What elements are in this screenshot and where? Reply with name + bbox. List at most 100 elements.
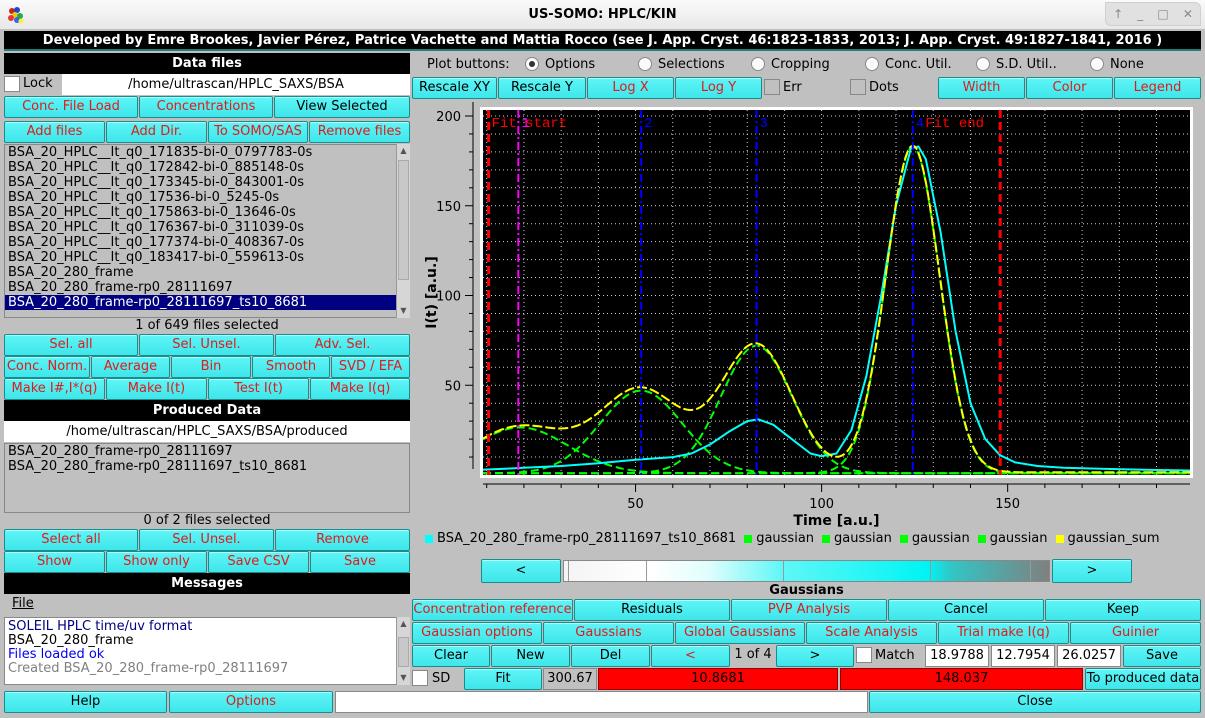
select-all-produced-button[interactable]: Select all: [4, 529, 138, 551]
smooth-button[interactable]: Smooth: [252, 356, 330, 378]
fit-button[interactable]: Fit: [464, 668, 542, 690]
bin-button[interactable]: Bin: [171, 356, 251, 378]
sd-checkbox[interactable]: [412, 670, 428, 686]
list-item[interactable]: BSA_20_HPLC__It_q0_172842-bi-0_885148-0s: [5, 160, 396, 175]
scale-analysis-button[interactable]: Scale Analysis: [806, 622, 937, 644]
rescale-xy-button[interactable]: Rescale XY: [412, 77, 497, 99]
sel-all-button[interactable]: Sel. all: [4, 334, 138, 356]
produced-files-list[interactable]: BSA_20_280_frame-rp0_28111697 BSA_20_280_…: [4, 443, 410, 513]
list-item[interactable]: BSA_20_280_frame-rp0_28111697: [5, 444, 409, 459]
list-item[interactable]: BSA_20_280_frame-rp0_28111697: [5, 280, 396, 295]
clear-gaussians-button[interactable]: Clear: [412, 645, 490, 667]
make-iq-button[interactable]: Make I(q): [310, 378, 410, 400]
save-csv-button[interactable]: Save CSV: [208, 551, 309, 573]
list-item[interactable]: BSA_20_280_frame: [5, 265, 396, 280]
new-gaussian-button[interactable]: New: [491, 645, 570, 667]
view-selected-button[interactable]: View Selected: [274, 96, 410, 118]
concentration-reference-button[interactable]: Concentration reference: [412, 599, 573, 621]
to-somo-sas-button[interactable]: To SOMO/SAS: [208, 121, 308, 143]
help-button[interactable]: Help: [4, 691, 167, 713]
legend-entry[interactable]: BSA_20_280_frame-rp0_28111697_ts10_8681: [425, 531, 736, 546]
err-checkbox[interactable]: [764, 79, 780, 95]
legend-entry[interactable]: gaussian_sum: [1055, 531, 1160, 546]
scroll-down-icon[interactable]: ▼: [397, 671, 410, 685]
data-files-list[interactable]: BSA_20_HPLC__It_q0_171835-bi-0_0797783-0…: [4, 144, 397, 318]
list-item[interactable]: BSA_20_HPLC__It_q0_173345-bi-0_843001-0s: [5, 175, 396, 190]
pvp-analysis-button[interactable]: PVP Analysis: [731, 599, 887, 621]
prev-gaussian-button[interactable]: <: [651, 645, 730, 667]
legend-entry[interactable]: gaussian: [744, 531, 814, 546]
intensity-time-chart[interactable]: 5010015020050 100 150Time [a.u.]I(t) [a.u.…: [412, 100, 1205, 530]
sel-unsel-button[interactable]: Sel. Unsel.: [139, 334, 274, 356]
next-gaussian-button[interactable]: >: [776, 645, 854, 667]
scroll-thumb[interactable]: [398, 160, 409, 280]
options-button[interactable]: Options: [169, 691, 333, 713]
list-item[interactable]: BSA_20_HPLC__It_q0_177374-bi-0_408367-0s: [5, 235, 396, 250]
lock-checkbox[interactable]: [4, 76, 20, 92]
maximize-window-icon[interactable]: □: [1157, 7, 1168, 21]
legend-entry[interactable]: gaussian: [822, 531, 892, 546]
trial-make-iq-button[interactable]: Trial make I(q): [938, 622, 1069, 644]
gaussians-button[interactable]: Gaussians: [543, 622, 674, 644]
dots-checkbox[interactable]: [850, 79, 866, 95]
status-input[interactable]: [335, 691, 868, 713]
list-item[interactable]: BSA_20_280_frame-rp0_28111697_ts10_8681: [5, 459, 409, 474]
messages-file-menu[interactable]: File: [12, 596, 34, 611]
guinier-button[interactable]: Guinier: [1070, 622, 1201, 644]
width-button[interactable]: Width: [938, 77, 1025, 99]
sel-unsel-produced-button[interactable]: Sel. Unsel.: [139, 529, 274, 551]
show-only-button[interactable]: Show only: [106, 551, 207, 573]
prev-curve-button[interactable]: <: [481, 559, 561, 583]
plot-mode-radio-s-d-util[interactable]: [976, 57, 990, 71]
make-i-hash-button[interactable]: Make I#,I*(q): [4, 378, 105, 400]
conc-file-load-button[interactable]: Conc. File Load: [4, 96, 138, 118]
plot-mode-radio-cropping[interactable]: [751, 57, 765, 71]
remove-files-button[interactable]: Remove files: [309, 121, 410, 143]
scroll-up-icon[interactable]: ▲: [397, 144, 410, 158]
save-gaussians-button[interactable]: Save: [1123, 645, 1201, 667]
show-button[interactable]: Show: [4, 551, 105, 573]
make-it-button[interactable]: Make I(t): [106, 378, 207, 400]
average-button[interactable]: Average: [91, 356, 170, 378]
plot-mode-radio-conc-util[interactable]: [865, 57, 879, 71]
close-button[interactable]: Close: [869, 691, 1201, 713]
plot-mode-radio-selections[interactable]: [638, 57, 652, 71]
conc-norm-button[interactable]: Conc. Norm.: [4, 356, 90, 378]
close-window-icon[interactable]: ✕: [1183, 7, 1193, 21]
list-item[interactable]: BSA_20_HPLC__It_q0_176367-bi-0_311039-0s: [5, 220, 396, 235]
fit-start-field[interactable]: 10.8681: [598, 668, 838, 690]
fit-end-field[interactable]: 148.037: [840, 668, 1083, 690]
legend-entry[interactable]: gaussian: [899, 531, 970, 546]
gaussian-width-field[interactable]: 26.0257: [1057, 645, 1121, 667]
gaussian-height-field[interactable]: 12.7954: [991, 645, 1055, 667]
to-produced-data-button[interactable]: To produced data: [1085, 668, 1201, 690]
legend-entry[interactable]: gaussian: [977, 531, 1048, 546]
minimize-window-icon[interactable]: _: [1137, 7, 1143, 21]
adv-sel-button[interactable]: Adv. Sel.: [275, 334, 410, 356]
shade-window-icon[interactable]: ↑: [1113, 7, 1123, 21]
test-it-button[interactable]: Test I(t): [208, 378, 309, 400]
log-x-button[interactable]: Log X: [587, 77, 674, 99]
add-files-button[interactable]: Add files: [4, 121, 105, 143]
list-item[interactable]: BSA_20_HPLC__It_q0_171835-bi-0_0797783-0…: [5, 145, 396, 160]
messages-scrollbar[interactable]: ▲ ▼: [396, 617, 410, 685]
cancel-button[interactable]: Cancel: [888, 599, 1044, 621]
add-dir-button[interactable]: Add Dir.: [106, 121, 207, 143]
gaussian-center-field[interactable]: 18.9788: [925, 645, 989, 667]
legend-button[interactable]: Legend: [1114, 77, 1201, 99]
list-item[interactable]: BSA_20_HPLC__It_q0_183417-bi-0_559613-0s: [5, 250, 396, 265]
color-button[interactable]: Color: [1026, 77, 1113, 99]
global-gaussians-button[interactable]: Global Gaussians: [675, 622, 805, 644]
plot-mode-radio-options[interactable]: [525, 57, 539, 71]
list-item[interactable]: BSA_20_280_frame-rp0_28111697_ts10_8681: [5, 295, 396, 310]
log-y-button[interactable]: Log Y: [675, 77, 762, 99]
next-curve-button[interactable]: >: [1052, 559, 1132, 583]
remove-produced-button[interactable]: Remove: [275, 529, 410, 551]
rescale-y-button[interactable]: Rescale Y: [498, 77, 586, 99]
keep-button[interactable]: Keep: [1045, 599, 1201, 621]
scroll-thumb[interactable]: [398, 637, 409, 667]
concentrations-button[interactable]: Concentrations: [139, 96, 273, 118]
scroll-down-icon[interactable]: ▼: [397, 304, 410, 318]
gaussian-options-button[interactable]: Gaussian options: [412, 622, 542, 644]
delete-gaussian-button[interactable]: Del: [571, 645, 650, 667]
